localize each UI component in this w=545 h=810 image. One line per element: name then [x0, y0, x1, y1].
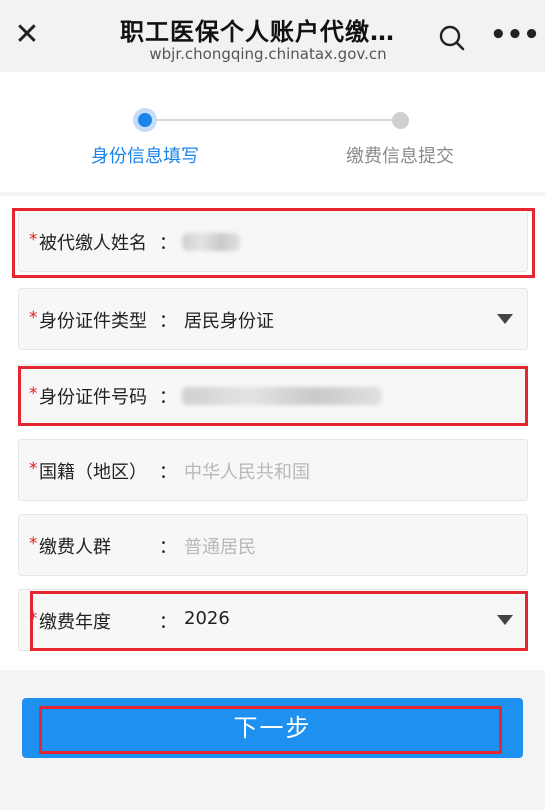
colon: ： [159, 612, 177, 633]
nationality-placeholder: 中华人民共和国 [184, 462, 310, 483]
colon: ： [159, 311, 177, 332]
id-number-label: 身份证件号码 [39, 387, 147, 408]
nationality-field[interactable]: * 国籍（地区） ： 中华人民共和国 [18, 439, 528, 501]
page-title: 职工医保个人账户代缴城… [120, 18, 416, 46]
colon: ： [159, 462, 177, 483]
page-url: wbjr.chongqing.chinatax.gov.cn [149, 45, 387, 63]
chevron-down-icon [497, 314, 513, 324]
id-type-select[interactable]: * 身份证件类型 ： 居民身份证 [18, 288, 528, 350]
required-mark: * [29, 534, 38, 554]
redacted-name [182, 233, 240, 251]
search-icon[interactable] [438, 24, 466, 52]
redacted-id-number [182, 387, 382, 405]
required-mark: * [29, 308, 38, 328]
more-icon[interactable]: ••• [490, 18, 540, 52]
chevron-down-icon [497, 615, 513, 625]
payer-group-placeholder: 普通居民 [184, 537, 256, 558]
id-type-value: 居民身份证 [184, 311, 274, 332]
required-mark: * [29, 384, 38, 404]
step-connector [145, 119, 400, 121]
required-mark: * [29, 230, 38, 250]
required-mark: * [29, 609, 38, 629]
id-type-label: 身份证件类型 [39, 311, 147, 332]
colon: ： [159, 537, 177, 558]
colon: ： [159, 387, 177, 408]
step-1-label: 身份信息填写 [91, 146, 199, 167]
nationality-label: 国籍（地区） [39, 462, 147, 483]
step-indicator: 身份信息填写 缴费信息提交 [0, 72, 545, 192]
payer-group-label: 缴费人群 [39, 537, 111, 558]
pay-year-value: 2026 [184, 608, 230, 629]
id-number-field[interactable]: * 身份证件号码 ： [18, 364, 528, 426]
step-2-label: 缴费信息提交 [346, 146, 454, 167]
pay-year-label: 缴费年度 [39, 612, 111, 633]
form: * 被代缴人姓名 ： * 身份证件类型 ： 居民身份证 * 身份证件号码 ： *… [0, 196, 545, 670]
step-2-dot [392, 112, 409, 129]
payee-name-label: 被代缴人姓名 [39, 233, 147, 254]
required-mark: * [29, 459, 38, 479]
top-bar: ✕ 职工医保个人账户代缴城… wbjr.chongqing.chinatax.g… [0, 0, 545, 72]
next-button[interactable]: 下一步 [22, 698, 523, 758]
step-1-dot [133, 108, 157, 132]
colon: ： [159, 233, 177, 254]
close-icon[interactable]: ✕ [12, 20, 42, 50]
payee-name-field[interactable]: * 被代缴人姓名 ： [18, 210, 528, 272]
pay-year-select[interactable]: * 缴费年度 ： 2026 [18, 589, 528, 651]
payer-group-field[interactable]: * 缴费人群 ： 普通居民 [18, 514, 528, 576]
